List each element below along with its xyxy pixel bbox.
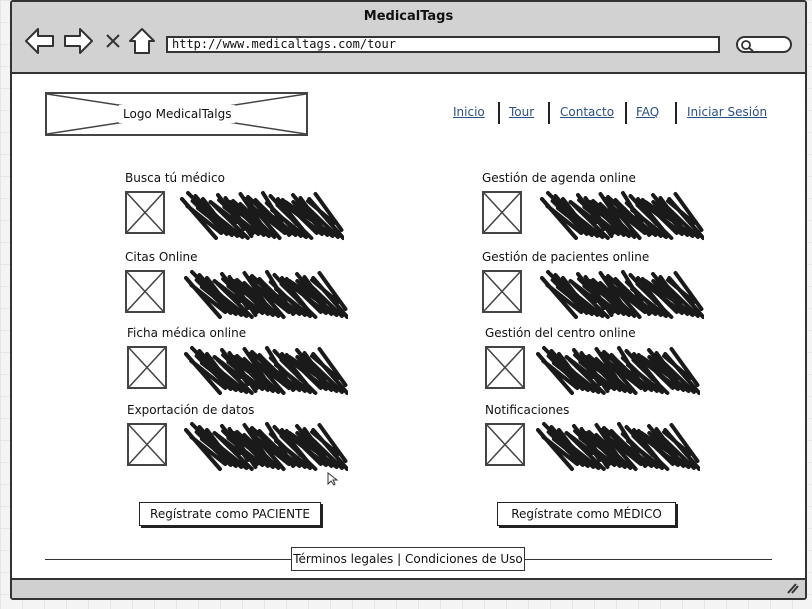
text-scribble <box>180 191 344 240</box>
nav-divider <box>498 102 500 124</box>
top-nav: Inicio Tour Contacto FAQ Iniciar Sesión <box>12 102 805 124</box>
image-placeholder-icon <box>125 270 165 313</box>
nav-divider <box>625 102 627 124</box>
status-bar <box>12 578 805 598</box>
url-input[interactable]: http://www.medicaltags.com/tour <box>166 36 720 53</box>
scribble-stroke <box>180 191 344 240</box>
text-scribble <box>540 270 704 319</box>
nav-link-tour[interactable]: Tour <box>509 105 534 119</box>
text-scribble <box>184 270 348 319</box>
browser-toolbar: MedicalTags http://www.medicaltags.com/t… <box>12 2 805 74</box>
back-arrow-icon[interactable] <box>24 26 56 56</box>
search-input[interactable] <box>736 36 792 53</box>
home-icon[interactable] <box>128 26 156 56</box>
feature-title-ficha-medica: Ficha médica online <box>127 326 247 340</box>
search-icon <box>741 40 754 52</box>
footer-legal-links[interactable]: Términos legales | Condiciones de Uso <box>291 547 525 571</box>
nav-link-inicio[interactable]: Inicio <box>453 105 485 119</box>
image-placeholder-icon <box>127 346 167 389</box>
image-placeholder-icon <box>485 423 525 466</box>
mouse-cursor-icon <box>327 472 339 486</box>
feature-title-gestion-pacientes: Gestión de pacientes online <box>482 250 650 264</box>
browser-window: MedicalTags http://www.medicaltags.com/t… <box>10 0 807 600</box>
window-title: MedicalTags <box>363 9 454 24</box>
nav-link-contacto[interactable]: Contacto <box>560 105 614 119</box>
feature-title-exportacion-datos: Exportación de datos <box>127 403 255 417</box>
nav-divider <box>675 102 677 124</box>
nav-divider <box>548 102 550 124</box>
feature-title-gestion-centro: Gestión del centro online <box>485 326 636 340</box>
feature-title-notificaciones: Notificaciones <box>485 403 570 417</box>
scribble-stroke <box>536 346 700 395</box>
nav-link-iniciar-sesion[interactable]: Iniciar Sesión <box>687 105 767 119</box>
scribble-stroke <box>184 346 348 395</box>
image-placeholder-icon <box>127 423 167 466</box>
text-scribble <box>540 191 704 240</box>
register-patient-button[interactable]: Regístrate como PACIENTE <box>139 502 321 526</box>
nav-link-faq[interactable]: FAQ <box>636 105 659 119</box>
text-scribble <box>184 422 348 471</box>
image-placeholder-icon <box>125 191 165 234</box>
scribble-stroke <box>184 270 348 319</box>
forward-arrow-icon[interactable] <box>62 26 94 56</box>
scribble-stroke <box>540 270 704 319</box>
image-placeholder-icon <box>482 270 522 313</box>
resize-grip-icon[interactable] <box>785 582 799 594</box>
feature-title-busca-medico: Busca tú médico <box>125 171 225 185</box>
close-x-icon[interactable] <box>104 32 122 50</box>
feature-title-citas-online: Citas Online <box>125 250 198 264</box>
scribble-stroke <box>536 422 700 471</box>
feature-title-gestion-agenda: Gestión de agenda online <box>482 171 636 185</box>
page-content: Logo MedicalTalgs Inicio Tour Contacto F… <box>12 74 805 578</box>
text-scribble <box>184 346 348 395</box>
register-doctor-button[interactable]: Regístrate como MÉDICO <box>497 502 676 526</box>
scribble-stroke <box>184 422 348 471</box>
scribble-stroke <box>540 191 704 240</box>
text-scribble <box>536 422 700 471</box>
image-placeholder-icon <box>485 346 525 389</box>
image-placeholder-icon <box>482 191 522 234</box>
text-scribble <box>536 346 700 395</box>
